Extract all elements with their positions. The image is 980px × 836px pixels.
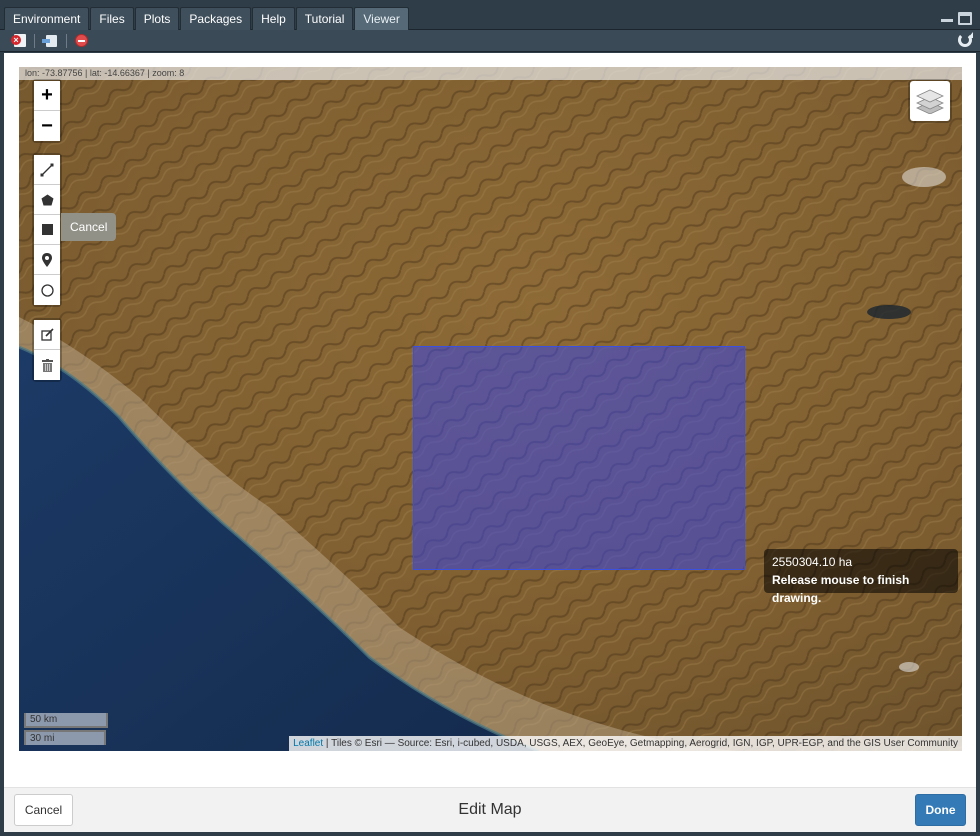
refresh-icon[interactable] xyxy=(958,32,973,47)
draw-rectangle-button[interactable] xyxy=(34,215,60,245)
export-icon[interactable] xyxy=(42,33,58,48)
pane-tab-bar: Environment Files Plots Packages Help Tu… xyxy=(0,0,980,30)
map-attribution: Leaflet | Tiles © Esri — Source: Esri, i… xyxy=(289,736,962,751)
window-controls xyxy=(940,12,972,25)
polyline-icon xyxy=(40,163,54,176)
draw-polyline-button[interactable] xyxy=(34,155,60,185)
toolbar-divider xyxy=(66,34,67,48)
tooltip-hint: Release mouse to finish drawing. xyxy=(772,573,910,605)
gadget-footer: Edit Map Cancel Done xyxy=(4,787,976,832)
viewer-content: lon: -73.87756 | lat: -14.66367 | zoom: … xyxy=(4,53,976,787)
draw-tooltip: 2550304.10 ha Release mouse to finish dr… xyxy=(764,549,958,605)
cancel-button[interactable]: Cancel xyxy=(14,794,73,826)
tab-plots[interactable]: Plots xyxy=(134,7,180,30)
scale-mi: 30 mi xyxy=(24,730,106,745)
attribution-text: | Tiles © Esri — Source: Esri, i-cubed, … xyxy=(323,738,958,749)
leaflet-map[interactable]: lon: -73.87756 | lat: -14.66367 | zoom: … xyxy=(19,67,962,751)
viewer-pane: Environment Files Plots Packages Help Tu… xyxy=(0,0,980,836)
zoom-control: + − xyxy=(32,79,62,143)
draw-marker-button[interactable] xyxy=(34,245,60,275)
page-title: Edit Map xyxy=(458,801,522,818)
tab-viewer[interactable]: Viewer xyxy=(354,7,409,30)
stop-icon[interactable] xyxy=(74,33,90,48)
edit-layers-button[interactable] xyxy=(34,320,60,350)
tooltip-area: 2550304.10 ha xyxy=(772,555,853,569)
draw-circle-button[interactable] xyxy=(34,275,60,305)
viewer-toolbar: × xyxy=(0,30,980,52)
leaflet-link[interactable]: Leaflet xyxy=(293,738,323,749)
scale-km: 50 km xyxy=(24,713,108,728)
circle-icon xyxy=(40,283,54,297)
maximize-pane-icon[interactable] xyxy=(958,12,972,25)
zoom-in-button[interactable]: + xyxy=(34,81,60,111)
rectangle-icon xyxy=(41,224,53,235)
cancel-draw-button[interactable]: Cancel xyxy=(61,213,117,241)
marker-icon xyxy=(42,252,52,267)
tab-files[interactable]: Files xyxy=(90,7,134,30)
delete-layers-icon xyxy=(41,358,53,372)
edit-layers-icon xyxy=(40,328,54,341)
clear-viewer-icon[interactable]: × xyxy=(11,33,27,48)
tab-help[interactable]: Help xyxy=(252,7,295,30)
delete-layers-button[interactable] xyxy=(34,350,60,380)
edit-toolbar xyxy=(32,318,62,382)
layers-control[interactable] xyxy=(908,79,952,123)
tab-list: Environment Files Plots Packages Help Tu… xyxy=(4,7,410,30)
layers-icon xyxy=(916,89,944,114)
done-button[interactable]: Done xyxy=(915,794,966,826)
minimize-pane-icon[interactable] xyxy=(940,12,954,23)
draw-toolbar xyxy=(32,153,62,307)
zoom-out-button[interactable]: − xyxy=(34,111,60,141)
tab-tutorial[interactable]: Tutorial xyxy=(295,7,354,30)
coordinates-readout: lon: -73.87756 | lat: -14.66367 | zoom: … xyxy=(19,67,962,80)
draw-polygon-button[interactable] xyxy=(34,185,60,215)
tab-environment[interactable]: Environment xyxy=(4,7,90,30)
drawn-rectangle[interactable] xyxy=(413,346,745,570)
toolbar-divider xyxy=(34,34,35,48)
polygon-icon xyxy=(41,194,53,205)
tab-packages[interactable]: Packages xyxy=(180,7,252,30)
